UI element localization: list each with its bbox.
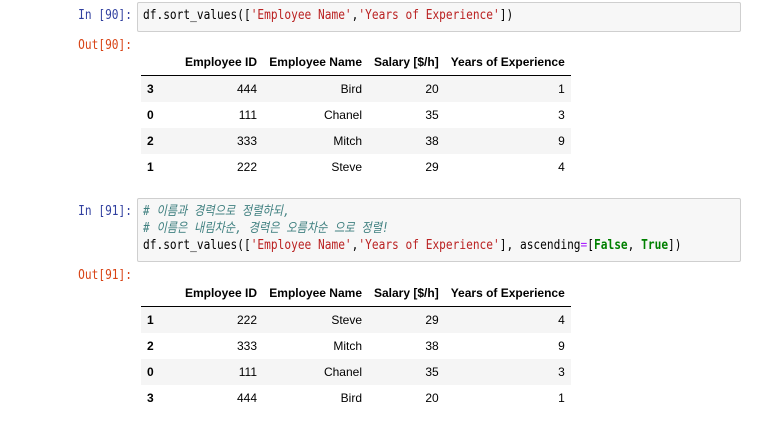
code-operator: = <box>580 238 588 253</box>
dataframe-output-90: Employee ID Employee Name Salary [$/h] Y… <box>141 49 571 180</box>
code-keyword: True <box>641 238 669 253</box>
dataframe-output-91: Employee ID Employee Name Salary [$/h] Y… <box>141 280 571 411</box>
cell-employee-name: Bird <box>340 391 362 405</box>
column-header: Years of Experience <box>444 280 571 307</box>
cell-employee-id: 444 <box>236 391 257 405</box>
input-prompt-90: In [90]: <box>78 8 132 23</box>
code-input-90[interactable]: df.sort_values(['Employee Name','Years o… <box>137 2 741 32</box>
cell-years-experience: 4 <box>558 160 565 174</box>
code-string: 'Employee Name' <box>250 8 352 23</box>
cell-employee-name: Chanel <box>323 365 362 379</box>
cell-employee-id: 444 <box>236 82 257 96</box>
code-string: 'Years of Experience' <box>358 238 500 253</box>
cell-years-experience: 1 <box>558 391 565 405</box>
table-row: 1 222 Steve 29 4 <box>141 154 571 180</box>
column-header: Salary [$/h] <box>368 280 445 307</box>
table-row: 1 222 Steve 29 4 <box>141 306 571 333</box>
cell-salary: 29 <box>425 160 439 174</box>
cell-salary: 38 <box>425 134 439 148</box>
cell-years-experience: 3 <box>558 108 565 122</box>
input-prompt-91: In [91]: <box>78 204 132 219</box>
cell-employee-id: 222 <box>236 160 257 174</box>
column-header: Salary [$/h] <box>368 49 445 76</box>
cell-years-experience: 9 <box>558 339 565 353</box>
index-header <box>141 49 173 76</box>
table-row: 0 111 Chanel 35 3 <box>141 359 571 385</box>
table-header-row: Employee ID Employee Name Salary [$/h] Y… <box>141 49 571 76</box>
column-header: Employee ID <box>173 49 263 76</box>
code-text: df.sort_values([ <box>143 8 251 23</box>
cell-employee-name: Chanel <box>323 108 362 122</box>
cell-salary: 38 <box>425 339 439 353</box>
column-header: Years of Experience <box>444 49 571 76</box>
code-string: 'Years of Experience' <box>358 8 500 23</box>
cell-salary: 35 <box>425 108 439 122</box>
code-comment-line: # 이름은 내림차순, 경력은 오름차순 으로 정렬! <box>143 221 389 236</box>
table-row: 3 444 Bird 20 1 <box>141 75 571 102</box>
code-line: df.sort_values(['Employee Name','Years o… <box>143 8 514 23</box>
cell-employee-id: 111 <box>238 365 257 379</box>
cell-employee-name: Steve <box>331 313 362 327</box>
row-index: 1 <box>147 313 154 327</box>
cell-salary: 20 <box>425 82 439 96</box>
cell-salary: 20 <box>425 391 439 405</box>
cell-employee-id: 111 <box>238 108 257 122</box>
row-index: 1 <box>147 160 154 174</box>
cell-years-experience: 3 <box>558 365 565 379</box>
code-comment-line: # 이름과 경력으로 정렬하되, <box>143 204 290 219</box>
cell-employee-name: Mitch <box>333 339 362 353</box>
cell-employee-id: 222 <box>236 313 257 327</box>
code-input-91[interactable]: # 이름과 경력으로 정렬하되, # 이름은 내림차순, 경력은 오름차순 으로… <box>137 198 741 262</box>
column-header: Employee Name <box>263 49 368 76</box>
cell-years-experience: 4 <box>558 313 565 327</box>
row-index: 0 <box>147 108 154 122</box>
table-header-row: Employee ID Employee Name Salary [$/h] Y… <box>141 280 571 307</box>
code-line: df.sort_values(['Employee Name','Years o… <box>143 238 682 253</box>
output-prompt-91: Out[91]: <box>78 268 132 283</box>
table-row: 2 333 Mitch 38 9 <box>141 128 571 154</box>
code-text: df.sort_values([ <box>143 238 251 253</box>
row-index: 0 <box>147 365 154 379</box>
cell-employee-name: Steve <box>331 160 362 174</box>
row-index: 2 <box>147 134 154 148</box>
row-index: 3 <box>147 82 154 96</box>
row-index: 3 <box>147 391 154 405</box>
code-string: 'Employee Name' <box>250 238 352 253</box>
cell-salary: 35 <box>425 365 439 379</box>
column-header: Employee ID <box>173 280 263 307</box>
row-index: 2 <box>147 339 154 353</box>
cell-employee-name: Bird <box>340 82 362 96</box>
output-prompt-90: Out[90]: <box>78 38 132 53</box>
table-row: 2 333 Mitch 38 9 <box>141 333 571 359</box>
index-header <box>141 280 173 307</box>
cell-years-experience: 1 <box>558 82 565 96</box>
table-row: 0 111 Chanel 35 3 <box>141 102 571 128</box>
column-header: Employee Name <box>263 280 368 307</box>
table-row: 3 444 Bird 20 1 <box>141 385 571 411</box>
cell-employee-id: 333 <box>236 339 257 353</box>
cell-salary: 29 <box>425 313 439 327</box>
cell-employee-id: 333 <box>236 134 257 148</box>
cell-employee-name: Mitch <box>333 134 362 148</box>
cell-years-experience: 9 <box>558 134 565 148</box>
code-keyword: False <box>594 238 628 253</box>
